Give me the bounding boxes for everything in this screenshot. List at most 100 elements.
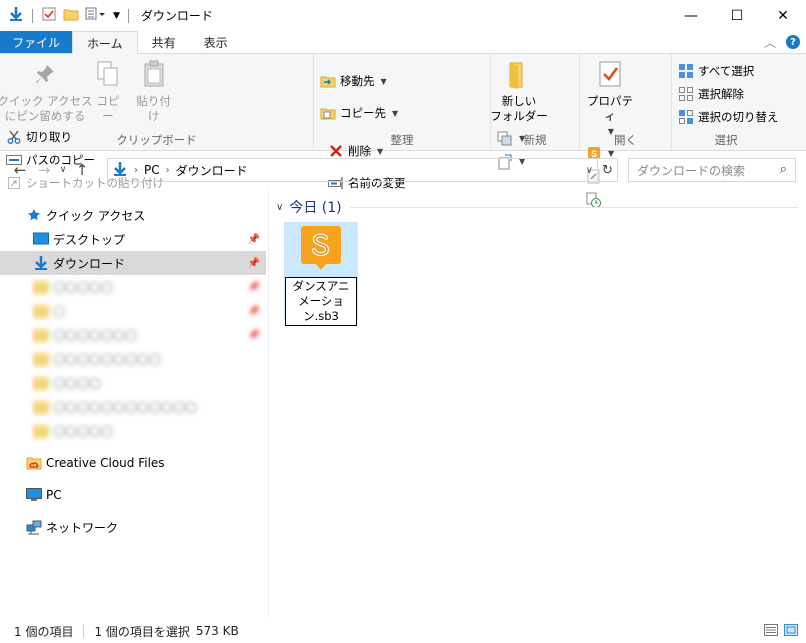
- nav-desktop[interactable]: デスクトップ 📌: [0, 227, 266, 251]
- group-header-today[interactable]: ∨ 今日 (1): [276, 197, 798, 217]
- file-item[interactable]: ダンスアニメーション.sb3: [284, 222, 358, 326]
- customize-qat-icon[interactable]: [85, 7, 107, 24]
- file-name-label[interactable]: ダンスアニメーション.sb3: [285, 277, 357, 326]
- minimize-button[interactable]: —: [668, 0, 714, 31]
- maximize-button[interactable]: ☐: [714, 0, 760, 31]
- pin-icon: 📌: [247, 305, 260, 317]
- nav-item-blurred[interactable]: 〇〇〇〇〇〇〇〇〇〇〇〇: [0, 395, 266, 419]
- paste-button[interactable]: 貼り付け: [132, 58, 176, 124]
- pin-icon: 📌: [247, 329, 260, 341]
- nav-item-blurred[interactable]: 〇 📌: [0, 299, 266, 323]
- search-icon: ⌕: [779, 162, 787, 177]
- tab-file[interactable]: ファイル: [0, 31, 73, 53]
- forward-arrow-icon[interactable]: →: [32, 161, 56, 179]
- nav-item-blurred[interactable]: 〇〇〇〇〇〇〇 📌: [0, 323, 266, 347]
- breadcrumb-chevron-icon[interactable]: ›: [134, 165, 138, 176]
- tab-view[interactable]: 表示: [190, 31, 242, 53]
- folder-icon: [33, 280, 49, 294]
- nav-quick-access[interactable]: クイック アクセス: [0, 203, 266, 227]
- nav-item-blurred[interactable]: 〇〇〇〇: [0, 371, 266, 395]
- select-group: すべて選択 選択解除 選択の切り替え 選択: [672, 54, 780, 151]
- properties-qat-icon[interactable]: [41, 6, 57, 25]
- clipboard-group: クイック アクセス にピン留めする コピー 貼り付け 切り取り パスのコピー シ…: [0, 54, 314, 190]
- nav-downloads[interactable]: ダウンロード 📌: [0, 251, 266, 275]
- new-group: 新しい フォルダー ▼ ▼ 新規: [490, 54, 580, 169]
- breadcrumb-chevron-icon[interactable]: ›: [166, 165, 170, 176]
- collapse-chevron-icon[interactable]: ∨: [276, 202, 283, 213]
- nav-item-blurred[interactable]: 〇〇〇〇〇: [0, 419, 266, 443]
- new-folder-qat-icon[interactable]: [63, 6, 79, 25]
- folder-icon: [33, 424, 49, 438]
- group-label-open: 開く: [614, 133, 637, 147]
- folder-icon: [33, 376, 49, 390]
- download-arrow-icon: [8, 6, 24, 25]
- nav-pc[interactable]: PC: [0, 483, 266, 507]
- tab-home[interactable]: ホーム: [72, 31, 138, 55]
- divider: [349, 206, 798, 208]
- open-group: プロパティ ▼ S ▼ 開く: [580, 54, 672, 208]
- nav-item-blurred[interactable]: 〇〇〇〇〇〇〇〇〇: [0, 347, 266, 371]
- folder-icon: [33, 328, 49, 342]
- folder-icon: [33, 352, 49, 366]
- select-none-button[interactable]: 選択解除: [678, 83, 779, 104]
- desktop-icon: [33, 231, 49, 247]
- pin-icon: [29, 58, 61, 90]
- large-icons-view-icon[interactable]: [784, 623, 798, 639]
- properties-button[interactable]: プロパティ ▼: [586, 58, 634, 139]
- select-all-button[interactable]: すべて選択: [678, 60, 779, 81]
- title-bar: ▼ ダウンロード — ☐ ✕: [0, 0, 806, 31]
- navigation-bar: ← → ∨ ↑ › PC › ダウンロード ∨ ↻ ダウンロードの検索 ⌕: [0, 155, 806, 185]
- copy-icon: [92, 58, 124, 90]
- pane-divider[interactable]: [268, 186, 269, 618]
- address-dropdown-icon[interactable]: ∨: [586, 165, 593, 176]
- details-view-icon[interactable]: [764, 623, 778, 639]
- ribbon: クイック アクセス にピン留めする コピー 貼り付け 切り取り パスのコピー シ…: [0, 54, 806, 208]
- nav-network[interactable]: ネットワーク: [0, 515, 266, 539]
- refresh-icon[interactable]: ↻: [598, 158, 618, 182]
- separator: [127, 8, 129, 23]
- folder-icon: [33, 304, 49, 318]
- copy-button[interactable]: コピー: [92, 58, 124, 124]
- move-to-button[interactable]: 移動先 ▼: [320, 66, 398, 96]
- ribbon-tabs: ファイル ホーム 共有 表示 ︿ ?: [0, 31, 806, 55]
- breadcrumb-pc[interactable]: PC: [144, 163, 160, 177]
- pin-icon: 📌: [247, 281, 260, 293]
- pin-quick-access-button[interactable]: クイック アクセス にピン留めする: [0, 58, 93, 124]
- address-bar[interactable]: › PC › ダウンロード ∨: [107, 158, 598, 182]
- select-none-icon: [678, 86, 694, 102]
- group-label-organize: 整理: [390, 133, 414, 147]
- pin-icon: 📌: [247, 233, 260, 245]
- search-input[interactable]: ダウンロードの検索 ⌕: [628, 158, 796, 182]
- creative-cloud-icon: [26, 455, 42, 471]
- up-arrow-icon[interactable]: ↑: [70, 161, 94, 179]
- close-button[interactable]: ✕: [760, 0, 806, 31]
- new-folder-icon: [503, 58, 535, 90]
- nav-item-blurred[interactable]: 〇〇〇〇〇 📌: [0, 275, 266, 299]
- copy-to-button[interactable]: コピー先 ▼: [320, 98, 398, 128]
- window-title: ダウンロード: [140, 9, 213, 23]
- folder-icon: [33, 400, 49, 414]
- help-icon[interactable]: ?: [786, 35, 800, 49]
- status-bar: 1 個の項目 1 個の項目を選択 573 KB: [0, 619, 806, 643]
- scratch-file-icon: [298, 225, 344, 274]
- pin-icon: 📌: [247, 257, 260, 269]
- collapse-ribbon-icon[interactable]: ︿: [764, 34, 776, 51]
- quick-access-toolbar: ▼ ダウンロード: [0, 0, 213, 31]
- properties-icon: [594, 58, 626, 90]
- tab-share[interactable]: 共有: [138, 31, 190, 53]
- download-location-icon: [112, 161, 128, 180]
- nav-creative-cloud[interactable]: Creative Cloud Files: [0, 451, 266, 475]
- breadcrumb-downloads[interactable]: ダウンロード: [176, 162, 248, 179]
- new-folder-button[interactable]: 新しい フォルダー: [490, 58, 548, 124]
- organize-group: 移動先 ▼ コピー先 ▼ 削除 ▼ 名前の変更 整理: [314, 54, 491, 190]
- computer-icon: [26, 487, 42, 503]
- group-label-select: 選択: [714, 133, 738, 147]
- group-label-clipboard: クリップボード: [116, 133, 197, 147]
- back-arrow-icon[interactable]: ←: [8, 161, 32, 179]
- status-selected: 1 個の項目を選択: [94, 624, 190, 639]
- move-to-icon: [320, 73, 336, 89]
- qat-dropdown-icon[interactable]: ▼: [113, 11, 120, 21]
- invert-selection-button[interactable]: 選択の切り替え: [678, 106, 779, 127]
- invert-selection-icon: [678, 109, 694, 125]
- recent-locations-icon[interactable]: ∨: [56, 165, 70, 175]
